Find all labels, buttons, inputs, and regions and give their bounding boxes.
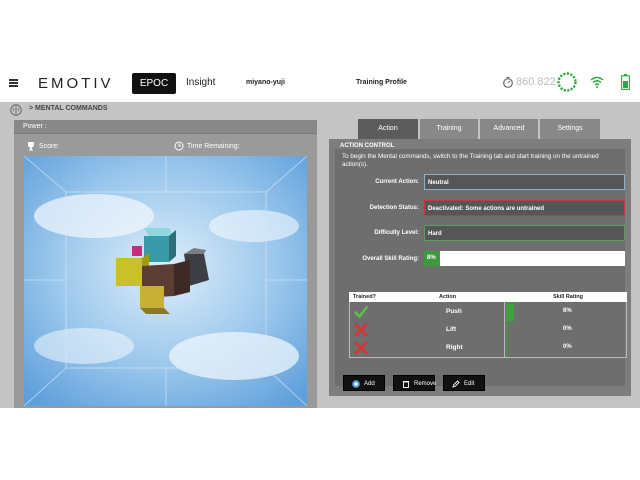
overall-skill-value: 8% bbox=[427, 255, 436, 261]
difficulty-level-label: Difficulty Level: bbox=[374, 230, 419, 236]
header-trained: Trained? bbox=[353, 294, 376, 300]
add-action-button[interactable]: Add bbox=[343, 375, 385, 391]
header-action: Action bbox=[439, 294, 457, 300]
stopwatch-icon bbox=[503, 76, 513, 88]
row-skill-bar bbox=[506, 303, 514, 321]
clock-icon bbox=[174, 141, 184, 151]
trash-icon bbox=[402, 381, 410, 388]
power-bar: Power : bbox=[14, 120, 317, 134]
main-area: > MENTAL COMMANDS Power : Score: Time Re… bbox=[0, 102, 640, 408]
wifi-signal-icon bbox=[590, 76, 604, 88]
trophy-icon bbox=[28, 142, 34, 151]
edit-button-label: Edit bbox=[464, 381, 475, 387]
difficulty-level-field[interactable]: Hard bbox=[424, 225, 625, 241]
row-skill-rating: 0% bbox=[563, 344, 572, 350]
training-profile-label[interactable]: Training Profile bbox=[356, 79, 407, 86]
overall-skill-bar: 8% bbox=[424, 251, 625, 266]
battery-icon bbox=[621, 74, 630, 90]
detection-status-field: Deactivated: Some actions are untrained bbox=[424, 200, 625, 216]
table-row[interactable]: Push 8% bbox=[350, 303, 628, 321]
detection-status-label: Detection Status: bbox=[369, 205, 419, 211]
plus-icon bbox=[352, 380, 360, 388]
tab-training[interactable]: Training bbox=[420, 119, 478, 139]
remove-button-label: Remove bbox=[414, 381, 437, 387]
headset-contact-ring-icon[interactable] bbox=[556, 71, 578, 93]
action-control-description: To begin the Mental commands, switch to … bbox=[342, 153, 599, 168]
current-action-label: Current Action: bbox=[375, 179, 419, 185]
actions-table-header: Trained? Action Skill Rating bbox=[349, 292, 627, 302]
cross-icon bbox=[354, 341, 368, 355]
row-action-label: Lift bbox=[446, 326, 457, 333]
cube-scene bbox=[24, 156, 307, 406]
row-action-label: Right bbox=[446, 344, 463, 351]
timer-value: 860.822 bbox=[516, 76, 556, 88]
hamburger-menu-icon[interactable] bbox=[9, 79, 18, 87]
breadcrumb-label: > MENTAL COMMANDS bbox=[29, 105, 108, 112]
action-control-panel: ACTION CONTROL To begin the Mental comma… bbox=[329, 139, 631, 396]
row-skill-bar bbox=[506, 339, 508, 357]
row-skill-rating: 8% bbox=[563, 308, 572, 314]
header-skill-rating: Skill Rating bbox=[553, 294, 583, 300]
cube-panel: Power : Score: Time Remaining: bbox=[14, 120, 317, 408]
nav-insight-button[interactable]: Insight bbox=[186, 77, 215, 88]
pencil-icon bbox=[452, 380, 460, 388]
table-row[interactable]: Right 0% bbox=[350, 339, 628, 357]
brain-icon bbox=[10, 104, 22, 116]
overall-skill-label: Overall Skill Rating: bbox=[362, 256, 419, 262]
add-button-label: Add bbox=[364, 381, 375, 387]
actions-table-body: Push 8% Lift 0% Right 0% bbox=[349, 302, 627, 358]
score-label: Score: bbox=[39, 143, 60, 150]
tab-advanced[interactable]: Advanced bbox=[480, 119, 538, 139]
row-action-label: Push bbox=[446, 308, 462, 315]
cross-icon bbox=[354, 323, 368, 337]
action-control-body: To begin the Mental commands, switch to … bbox=[335, 149, 627, 391]
nav-epoc-button[interactable]: EPOC bbox=[132, 73, 176, 94]
check-icon bbox=[354, 306, 368, 319]
tab-action[interactable]: Action bbox=[358, 119, 418, 139]
emotiv-logo: EMOTIV bbox=[38, 75, 114, 92]
current-action-field: Neutral bbox=[424, 174, 625, 190]
row-skill-bar bbox=[506, 321, 508, 339]
score-row: Score: Time Remaining: bbox=[14, 140, 317, 154]
app-header: EMOTIV EPOC Insight miyano-yuji Training… bbox=[0, 64, 640, 102]
username-label[interactable]: miyano-yuji bbox=[246, 79, 285, 86]
time-remaining-label: Time Remaining: bbox=[187, 143, 240, 150]
row-skill-rating: 0% bbox=[563, 326, 572, 332]
tab-settings[interactable]: Settings bbox=[540, 119, 600, 139]
remove-action-button[interactable]: Remove bbox=[393, 375, 437, 391]
table-row[interactable]: Lift 0% bbox=[350, 321, 628, 339]
power-label: Power : bbox=[23, 123, 47, 130]
edit-action-button[interactable]: Edit bbox=[443, 375, 485, 391]
